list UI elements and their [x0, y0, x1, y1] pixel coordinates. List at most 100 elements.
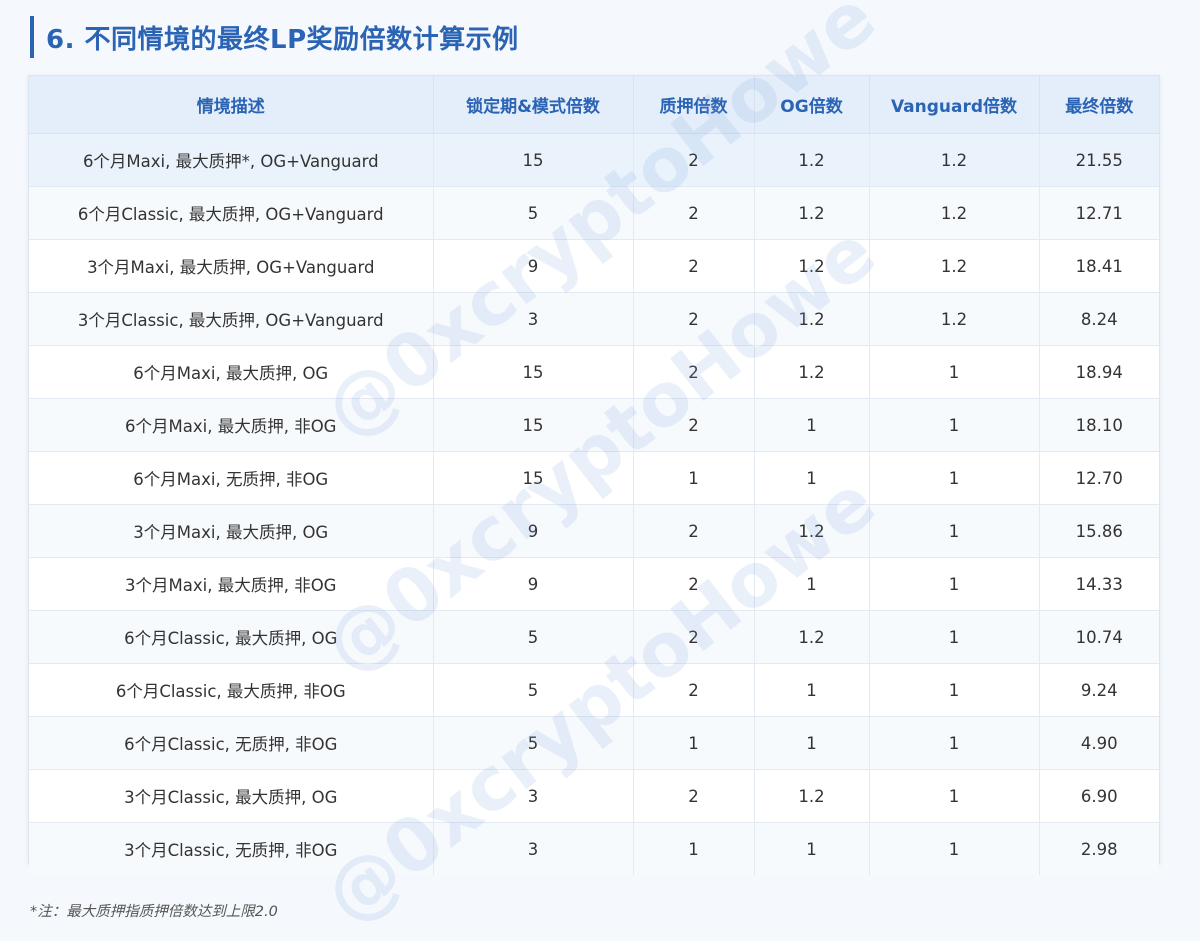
cell-lock-mode-multiplier: 3: [433, 769, 634, 823]
cell-staking-multiplier: 1: [633, 716, 755, 770]
cell-final-multiplier: 9.24: [1039, 663, 1159, 717]
cell-og-multiplier: 1.2: [754, 133, 870, 187]
section-title: 6. 不同情境的最终LP奖励倍数计算示例: [46, 24, 519, 55]
cell-og-multiplier: 1: [754, 451, 870, 505]
table-row: 3个月Classic, 无质押, 非OG 3 1 1 1 2.98: [29, 822, 1159, 875]
cell-scenario: 6个月Maxi, 最大质押, 非OG: [29, 398, 434, 452]
cell-staking-multiplier: 2: [633, 345, 755, 399]
cell-final-multiplier: 18.41: [1039, 239, 1159, 293]
multiplier-table: 情境描述 锁定期&模式倍数 质押倍数 OG倍数 Vanguard倍数 最终倍数 …: [29, 76, 1159, 875]
cell-staking-multiplier: 2: [633, 398, 755, 452]
cell-lock-mode-multiplier: 3: [433, 822, 634, 875]
cell-lock-mode-multiplier: 15: [433, 133, 634, 187]
cell-scenario: 3个月Classic, 最大质押, OG+Vanguard: [29, 292, 434, 346]
cell-final-multiplier: 15.86: [1039, 504, 1159, 558]
table-header-row: 情境描述 锁定期&模式倍数 质押倍数 OG倍数 Vanguard倍数 最终倍数: [29, 76, 1159, 134]
cell-lock-mode-multiplier: 5: [433, 610, 634, 664]
table-body: 6个月Maxi, 最大质押*, OG+Vanguard 15 2 1.2 1.2 21.5…: [29, 133, 1159, 875]
cell-final-multiplier: 21.55: [1039, 133, 1159, 187]
cell-og-multiplier: 1.2: [754, 504, 870, 558]
cell-final-multiplier: 2.98: [1039, 822, 1159, 875]
section-header: 6. 不同情境的最终LP奖励倍数计算示例: [30, 16, 519, 58]
cell-staking-multiplier: 2: [633, 133, 755, 187]
cell-og-multiplier: 1: [754, 663, 870, 717]
cell-og-multiplier: 1.2: [754, 186, 870, 240]
header-scenario: 情境描述: [29, 76, 434, 134]
cell-final-multiplier: 12.70: [1039, 451, 1159, 505]
cell-final-multiplier: 18.10: [1039, 398, 1159, 452]
table-row: 6个月Maxi, 最大质押, OG 15 2 1.2 1 18.94: [29, 345, 1159, 399]
cell-vanguard-multiplier: 1.2: [869, 133, 1040, 187]
cell-lock-mode-multiplier: 5: [433, 186, 634, 240]
cell-vanguard-multiplier: 1: [869, 451, 1040, 505]
cell-og-multiplier: 1: [754, 822, 870, 875]
table-row: 3个月Maxi, 最大质押, OG+Vanguard 9 2 1.2 1.2 18.41: [29, 239, 1159, 293]
table-row: 3个月Classic, 最大质押, OG+Vanguard 3 2 1.2 1.2 8.2…: [29, 292, 1159, 346]
cell-lock-mode-multiplier: 5: [433, 716, 634, 770]
cell-lock-mode-multiplier: 15: [433, 398, 634, 452]
cell-staking-multiplier: 2: [633, 186, 755, 240]
cell-lock-mode-multiplier: 9: [433, 504, 634, 558]
header-vanguard-multiplier: Vanguard倍数: [869, 76, 1040, 134]
cell-vanguard-multiplier: 1.2: [869, 292, 1040, 346]
table-row: 6个月Classic, 无质押, 非OG 5 1 1 1 4.90: [29, 716, 1159, 770]
cell-final-multiplier: 10.74: [1039, 610, 1159, 664]
cell-scenario: 6个月Classic, 最大质押, OG: [29, 610, 434, 664]
cell-og-multiplier: 1: [754, 557, 870, 611]
cell-staking-multiplier: 1: [633, 451, 755, 505]
cell-staking-multiplier: 2: [633, 504, 755, 558]
table-row: 3个月Maxi, 最大质押, 非OG 9 2 1 1 14.33: [29, 557, 1159, 611]
cell-final-multiplier: 8.24: [1039, 292, 1159, 346]
cell-vanguard-multiplier: 1: [869, 769, 1040, 823]
cell-vanguard-multiplier: 1.2: [869, 239, 1040, 293]
cell-scenario: 6个月Maxi, 最大质押, OG: [29, 345, 434, 399]
cell-lock-mode-multiplier: 9: [433, 239, 634, 293]
cell-scenario: 3个月Classic, 无质押, 非OG: [29, 822, 434, 875]
cell-final-multiplier: 4.90: [1039, 716, 1159, 770]
cell-scenario: 6个月Classic, 最大质押, 非OG: [29, 663, 434, 717]
multiplier-table-container: 情境描述 锁定期&模式倍数 质押倍数 OG倍数 Vanguard倍数 最终倍数 …: [28, 75, 1160, 875]
header-staking-multiplier: 质押倍数: [633, 76, 755, 134]
cell-staking-multiplier: 2: [633, 663, 755, 717]
cell-og-multiplier: 1: [754, 398, 870, 452]
cell-final-multiplier: 14.33: [1039, 557, 1159, 611]
section-accent-bar: [30, 16, 34, 58]
cell-final-multiplier: 6.90: [1039, 769, 1159, 823]
table-row: 6个月Maxi, 最大质押, 非OG 15 2 1 1 18.10: [29, 398, 1159, 452]
cell-vanguard-multiplier: 1: [869, 398, 1040, 452]
cell-scenario: 6个月Classic, 无质押, 非OG: [29, 716, 434, 770]
cell-og-multiplier: 1.2: [754, 769, 870, 823]
cell-scenario: 6个月Maxi, 无质押, 非OG: [29, 451, 434, 505]
cell-vanguard-multiplier: 1: [869, 716, 1040, 770]
cell-scenario: 6个月Classic, 最大质押, OG+Vanguard: [29, 186, 434, 240]
table-row: 6个月Classic, 最大质押, 非OG 5 2 1 1 9.24: [29, 663, 1159, 717]
cell-og-multiplier: 1: [754, 716, 870, 770]
cell-vanguard-multiplier: 1.2: [869, 186, 1040, 240]
header-lock-mode-multiplier: 锁定期&模式倍数: [433, 76, 634, 134]
header-og-multiplier: OG倍数: [754, 76, 870, 134]
cell-staking-multiplier: 2: [633, 557, 755, 611]
cell-staking-multiplier: 2: [633, 292, 755, 346]
table-row: 6个月Classic, 最大质押, OG+Vanguard 5 2 1.2 1.2 12.…: [29, 186, 1159, 240]
cell-og-multiplier: 1.2: [754, 345, 870, 399]
table-row: 6个月Maxi, 无质押, 非OG 15 1 1 1 12.70: [29, 451, 1159, 505]
table-header: 情境描述 锁定期&模式倍数 质押倍数 OG倍数 Vanguard倍数 最终倍数: [29, 76, 1159, 134]
cell-vanguard-multiplier: 1: [869, 822, 1040, 875]
cell-lock-mode-multiplier: 9: [433, 557, 634, 611]
table-row: 3个月Maxi, 最大质押, OG 9 2 1.2 1 15.86: [29, 504, 1159, 558]
cell-scenario: 6个月Maxi, 最大质押*, OG+Vanguard: [29, 133, 434, 187]
table-row: 6个月Classic, 最大质押, OG 5 2 1.2 1 10.74: [29, 610, 1159, 664]
cell-vanguard-multiplier: 1: [869, 557, 1040, 611]
cell-scenario: 3个月Classic, 最大质押, OG: [29, 769, 434, 823]
cell-lock-mode-multiplier: 15: [433, 345, 634, 399]
cell-final-multiplier: 12.71: [1039, 186, 1159, 240]
cell-scenario: 3个月Maxi, 最大质押, OG+Vanguard: [29, 239, 434, 293]
cell-vanguard-multiplier: 1: [869, 610, 1040, 664]
header-final-multiplier: 最终倍数: [1039, 76, 1159, 134]
cell-staking-multiplier: 2: [633, 769, 755, 823]
cell-og-multiplier: 1.2: [754, 239, 870, 293]
footnote: *注：最大质押指质押倍数达到上限2.0: [30, 904, 278, 920]
cell-og-multiplier: 1.2: [754, 292, 870, 346]
cell-staking-multiplier: 1: [633, 822, 755, 875]
cell-staking-multiplier: 2: [633, 610, 755, 664]
